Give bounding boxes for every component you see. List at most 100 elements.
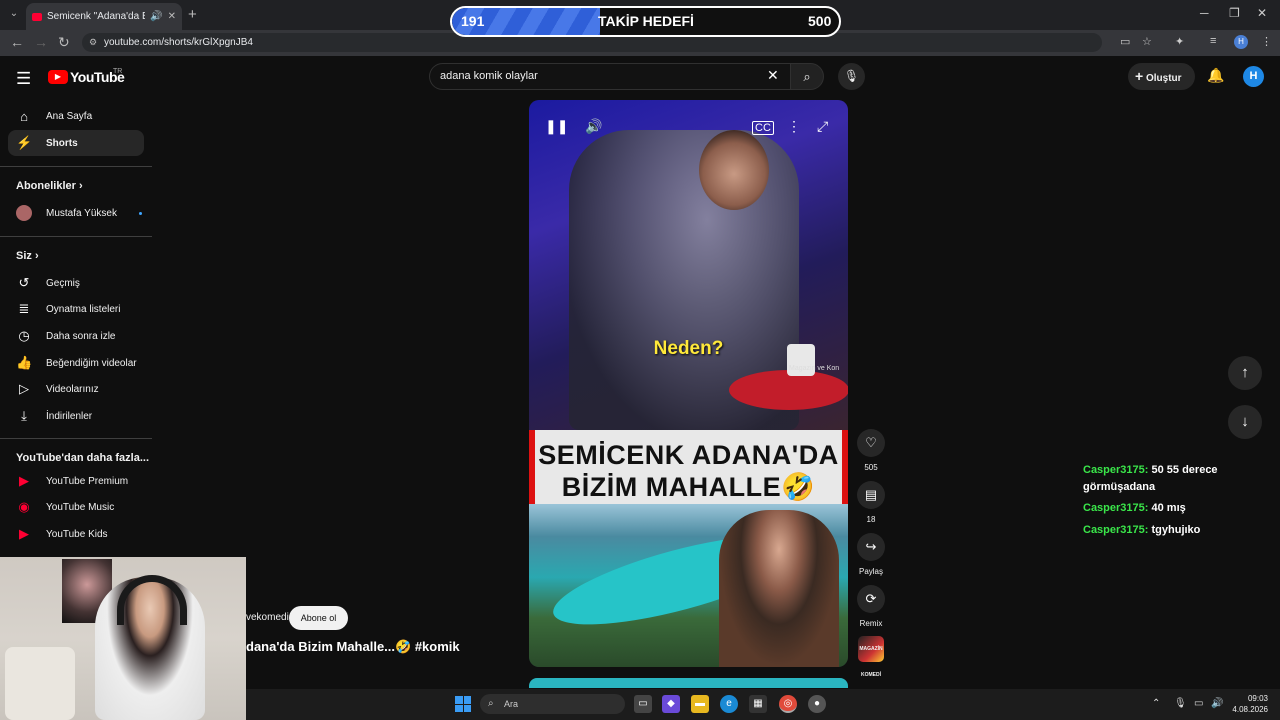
minimize-button[interactable]: ─ — [1200, 6, 1209, 20]
short-title[interactable]: dana'da Bizim Mahalle...🤣 #komik — [246, 639, 460, 655]
taskbar-search[interactable]: ⌕ Ara — [480, 694, 625, 714]
microphone-icon: 🎙 — [843, 69, 860, 83]
bookmark-star-icon[interactable]: ☆ — [1142, 35, 1152, 48]
restore-button[interactable]: ❐ — [1229, 6, 1240, 20]
search-input[interactable]: adana komik olaylar — [429, 63, 790, 90]
sidebar-item-home[interactable]: ⌂ Ana Sayfa — [8, 103, 144, 129]
clock-icon: ◷ — [18, 328, 30, 343]
comments-button[interactable]: ▤ — [857, 481, 885, 509]
home-icon: ⌂ — [20, 108, 28, 124]
previous-short-button[interactable]: ↑ — [1228, 356, 1262, 390]
more-from-youtube-header: YouTube'dan daha fazla... — [16, 452, 149, 464]
clock-date: 4.08.2026 — [1232, 705, 1268, 714]
edge-icon[interactable]: e — [720, 695, 738, 713]
sidebar-item-your-videos[interactable]: ▷ Videolarınız — [8, 376, 144, 402]
sidebar-item-label: Beğendiğim videolar — [46, 357, 137, 369]
chevron-right-icon: › — [34, 250, 39, 262]
like-count: 505 — [864, 463, 878, 472]
you-header[interactable]: Siz › — [16, 250, 39, 262]
video-person-bottom — [719, 510, 839, 667]
fullscreen-icon[interactable]: ⤢ — [817, 118, 828, 135]
sidebar-item-youtube-music[interactable]: ◉ YouTube Music — [8, 494, 144, 520]
sidebar-item-playlists[interactable]: ≣ Oynatma listeleri — [8, 296, 144, 322]
remix-button[interactable]: ⟳ — [857, 585, 885, 613]
volume-icon[interactable]: 🔊 — [585, 118, 602, 135]
reload-button[interactable]: ↻ — [58, 34, 70, 51]
more-options-icon[interactable]: ⋮ — [787, 118, 801, 135]
channel-name[interactable]: vekomedi — [246, 612, 289, 623]
subscribe-button[interactable]: Abone ol — [289, 606, 348, 630]
create-button[interactable]: + Oluştur — [1128, 63, 1195, 90]
sidebar-item-youtube-kids[interactable]: ▶ YouTube Kids — [8, 521, 144, 547]
guide-menu-icon[interactable]: ☰ — [16, 69, 31, 89]
sidebar-item-youtube-premium[interactable]: ▶ YouTube Premium — [8, 468, 144, 494]
taskbar-clock[interactable]: 09:03 4.08.2026 — [1232, 693, 1268, 715]
notifications-bell-icon[interactable]: 🔔 — [1207, 67, 1224, 84]
media-control-icon[interactable]: ≡ — [1210, 35, 1216, 47]
m365-icon[interactable]: ◆ — [662, 695, 680, 713]
obs-icon[interactable]: ● — [808, 695, 826, 713]
create-label: Oluştur — [1145, 73, 1182, 84]
video-icon: ▷ — [19, 381, 29, 396]
subscriptions-header[interactable]: Abonelikler › — [16, 180, 83, 192]
channel-thumbnail[interactable]: MAGAZİN KOMEDİ — [858, 636, 884, 678]
youtube-kids-icon: ▶ — [19, 526, 29, 541]
history-icon: ↺ — [18, 275, 30, 290]
new-tab-button[interactable]: + — [188, 6, 197, 23]
tab-close-icon[interactable]: ✕ — [168, 11, 176, 22]
sidebar-item-watch-later[interactable]: ◷ Daha sonra izle — [8, 323, 144, 349]
like-button[interactable]: ♡ — [857, 429, 885, 457]
next-short-preview[interactable] — [529, 678, 848, 688]
tab-search-icon[interactable]: ⌄ — [6, 6, 22, 22]
voice-search-button[interactable]: 🎙 — [838, 63, 865, 90]
chat-text: tgyhujıko — [1151, 524, 1201, 536]
forward-button[interactable]: → — [34, 34, 48, 50]
store-icon[interactable]: ▦ — [749, 695, 767, 713]
tray-display-icon[interactable]: ▭ — [1194, 698, 1203, 709]
close-window-button[interactable]: ✕ — [1257, 6, 1267, 20]
tab-audio-icon[interactable]: 🔊 — [150, 11, 162, 22]
tray-overflow-icon[interactable]: ⌃ — [1152, 698, 1160, 709]
sidebar-item-shorts[interactable]: ⚡ Shorts — [8, 130, 144, 156]
user-avatar[interactable]: H — [1243, 66, 1264, 87]
back-button[interactable]: ← — [10, 34, 24, 50]
sidebar-item-label: YouTube Kids — [46, 528, 108, 540]
video-banner-line2: BİZİM MAHALLE🤣 — [561, 472, 816, 502]
task-view-icon[interactable]: ▭ — [634, 695, 652, 713]
sidebar-item-label: Shorts — [46, 137, 78, 149]
sidebar-item-liked-videos[interactable]: 👍 Beğendiğim videolar — [8, 350, 144, 376]
sidebar-item-label: YouTube Premium — [46, 475, 129, 487]
tray-mic-icon[interactable]: 🎙 — [1174, 698, 1187, 709]
sidebar-item-label: Ana Sayfa — [46, 110, 93, 122]
sidebar-divider — [0, 236, 152, 237]
sidebar-item-downloads[interactable]: ⤓ İndirilenler — [8, 403, 144, 429]
cast-icon[interactable]: ▭ — [1120, 35, 1130, 48]
windows-start-icon[interactable] — [455, 696, 471, 712]
heart-icon: ♡ — [865, 435, 877, 450]
browser-profile-avatar[interactable]: H — [1234, 35, 1248, 49]
arrow-up-icon: ↑ — [1241, 364, 1249, 381]
clock-time: 09:03 — [1247, 694, 1268, 703]
chat-text: 40 mış — [1151, 502, 1186, 514]
share-button[interactable]: ↪ — [857, 533, 885, 561]
browser-menu-icon[interactable]: ⋮ — [1261, 35, 1272, 48]
shorts-video-player[interactable]: Neden? Magazin ve Kon SEMİCENK ADANA'DA … — [529, 100, 848, 667]
file-explorer-icon[interactable]: ▬ — [691, 695, 709, 713]
next-short-button[interactable]: ↓ — [1228, 405, 1262, 439]
new-content-dot — [138, 211, 142, 215]
clear-search-icon[interactable]: ✕ — [767, 67, 779, 84]
extensions-icon[interactable]: ✦ — [1175, 35, 1184, 48]
youtube-logo-icon[interactable]: ▶ — [48, 70, 68, 84]
captions-icon[interactable]: CC — [752, 121, 774, 135]
webcam-overlay — [0, 557, 246, 720]
sidebar-item-history[interactable]: ↺ Geçmiş — [8, 270, 144, 296]
thumbs-up-icon: 👍 — [16, 355, 33, 370]
tray-volume-icon[interactable]: 🔊 — [1211, 698, 1223, 709]
subscription-item[interactable]: Mustafa Yüksek — [8, 200, 144, 226]
pause-icon[interactable]: ❚❚ — [545, 118, 568, 135]
chrome-icon[interactable]: ◎ — [779, 695, 797, 713]
browser-tab[interactable]: Semicenk "Adana'da Bizim 🔊 ✕ — [26, 3, 182, 30]
search-button[interactable]: ⌕ — [790, 63, 824, 90]
site-info-icon[interactable]: ⚙ — [89, 33, 97, 52]
search-icon: ⌕ — [803, 69, 811, 84]
